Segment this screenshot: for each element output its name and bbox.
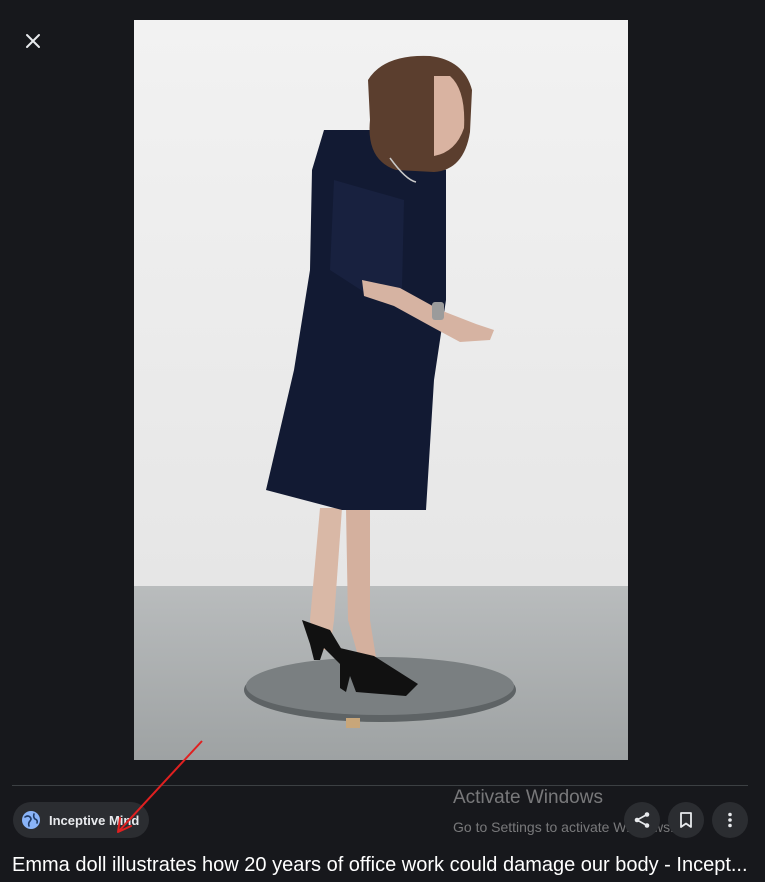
- preview-image-illustration: [134, 20, 628, 760]
- divider: [12, 785, 748, 786]
- save-button[interactable]: [668, 802, 704, 838]
- source-chip[interactable]: Inceptive Mind: [13, 802, 150, 838]
- close-icon: [26, 34, 40, 48]
- more-options-button[interactable]: [712, 802, 748, 838]
- close-button[interactable]: [18, 26, 48, 56]
- image-caption-link[interactable]: Emma doll illustrates how 20 years of of…: [12, 852, 752, 878]
- share-icon: [634, 812, 650, 828]
- preview-image[interactable]: [134, 20, 628, 760]
- source-name: Inceptive Mind: [49, 812, 140, 828]
- bookmark-icon: [680, 812, 692, 828]
- share-button[interactable]: [624, 802, 660, 838]
- more-vertical-icon: [728, 812, 732, 828]
- globe-icon: [22, 811, 40, 829]
